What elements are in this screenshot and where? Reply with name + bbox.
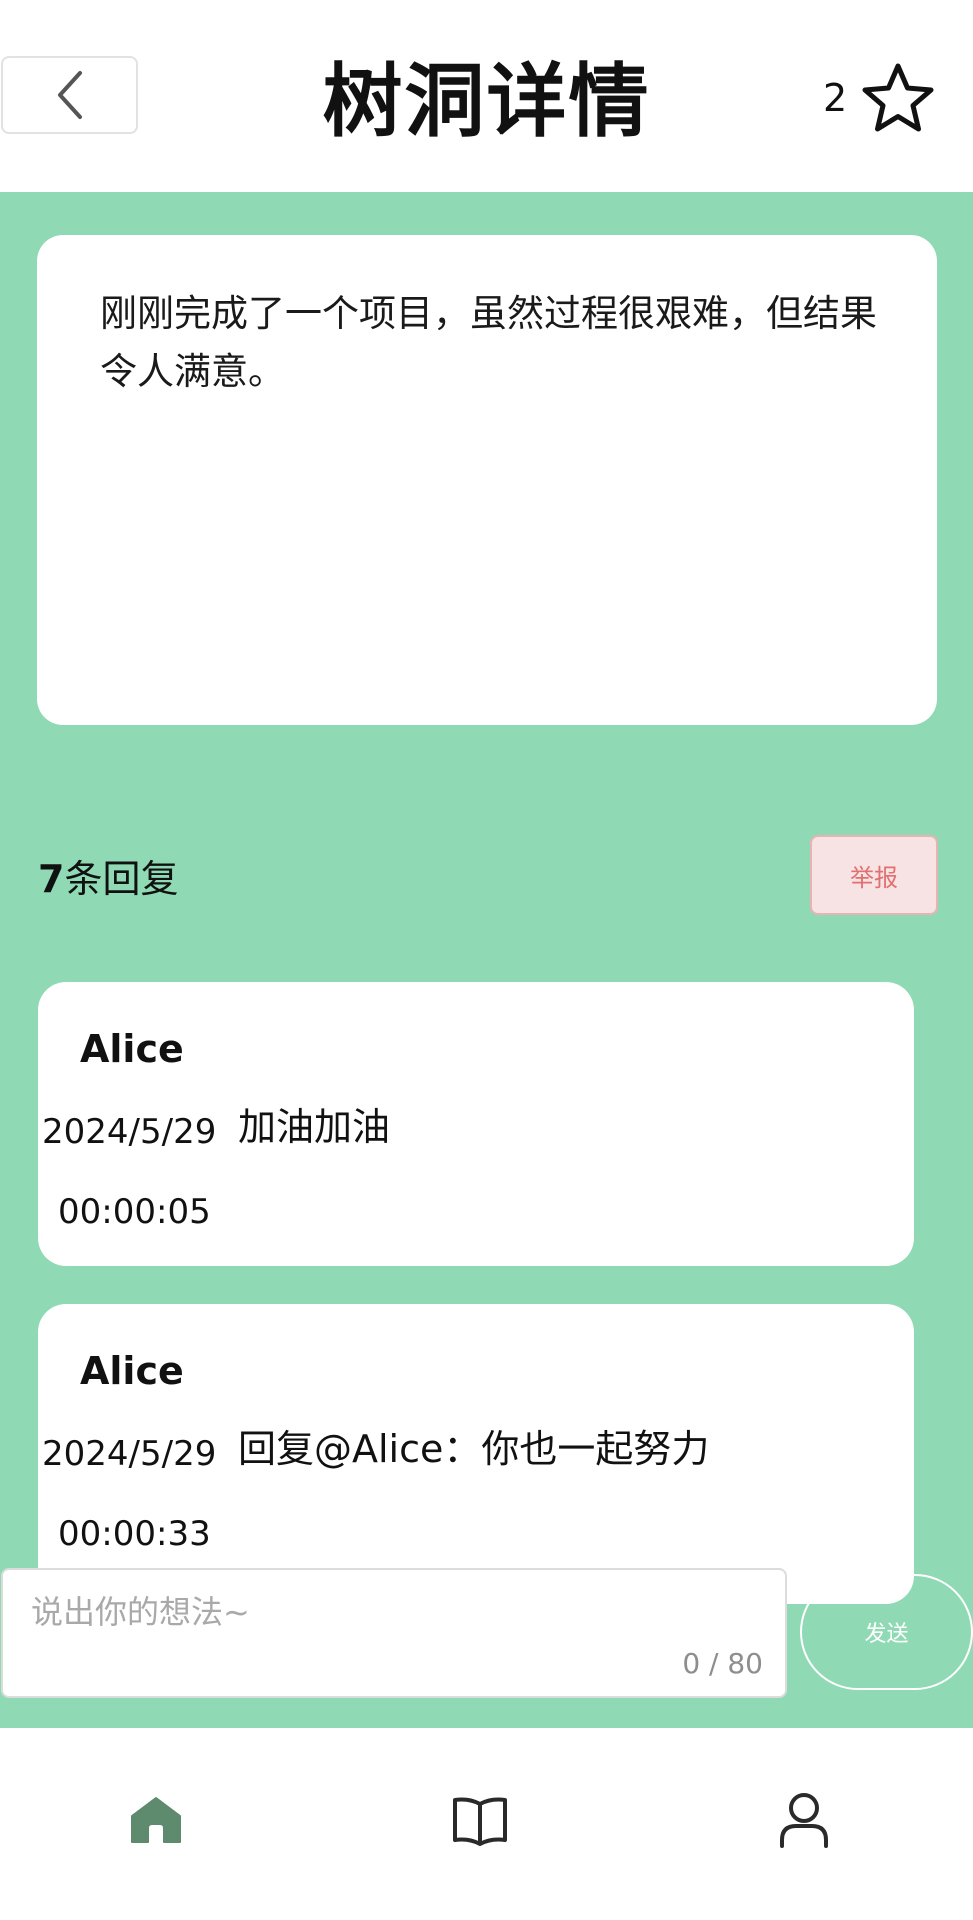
- book-icon: [453, 1797, 507, 1846]
- reply-time: 00:00:33: [58, 1514, 211, 1554]
- reply-date: 2024/5/29: [42, 1434, 217, 1474]
- report-button[interactable]: 举报: [810, 835, 938, 915]
- comment-input[interactable]: 说出你的想法~ 0 / 80: [1, 1568, 787, 1698]
- user-icon: [780, 1793, 828, 1848]
- reply-author: Alice: [80, 1027, 184, 1071]
- nav-book[interactable]: [440, 1780, 520, 1860]
- reply-count-label: 7条回复: [38, 854, 178, 904]
- comment-placeholder: 说出你的想法~: [31, 1593, 250, 1631]
- send-button[interactable]: 发送: [800, 1574, 973, 1690]
- nav-profile[interactable]: [764, 1780, 844, 1860]
- favorite-button[interactable]: [860, 60, 936, 136]
- reply-count-text: 条回复: [64, 857, 179, 901]
- char-counter: 0 / 80: [682, 1647, 763, 1680]
- favorite-count: 2: [823, 76, 848, 120]
- main-content: 刚刚完成了一个项目，虽然过程很艰难，但结果令人满意。 7条回复 举报 Alice…: [0, 192, 973, 1728]
- reply-time: 00:00:05: [58, 1192, 211, 1232]
- reply-text: 加油加油: [238, 1105, 391, 1149]
- bottom-nav: [0, 1728, 973, 1920]
- reply-card: Alice 2024/5/29 00:00:33 回复@Alice：你也一起努力: [38, 1304, 914, 1604]
- post-content: 刚刚完成了一个项目，虽然过程很艰难，但结果令人满意。: [100, 292, 877, 393]
- reply-author: Alice: [80, 1349, 184, 1393]
- header: 树洞详情 2: [0, 0, 973, 192]
- nav-home[interactable]: [116, 1780, 196, 1860]
- reply-count-number: 7: [38, 857, 65, 901]
- reply-text: 回复@Alice：你也一起努力: [238, 1427, 710, 1471]
- post-card: 刚刚完成了一个项目，虽然过程很艰难，但结果令人满意。: [37, 235, 937, 725]
- reply-date: 2024/5/29: [42, 1112, 217, 1152]
- star-icon: [862, 63, 934, 132]
- home-icon: [131, 1797, 181, 1843]
- reply-card: Alice 2024/5/29 00:00:05 加油加油: [38, 982, 914, 1266]
